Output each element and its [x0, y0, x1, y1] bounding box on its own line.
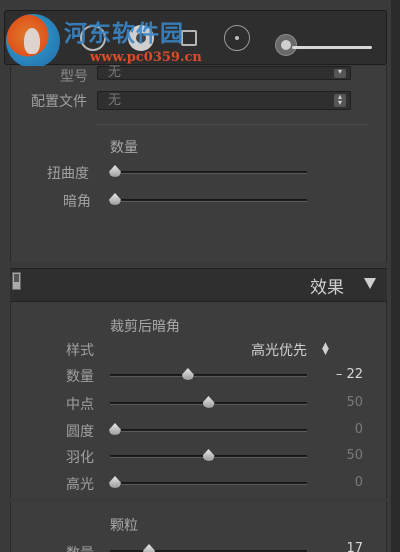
effects-title: 效果 [310, 278, 344, 298]
effect-slider-thumb[interactable] [109, 476, 121, 487]
watermark-title: 河东软件园 [64, 20, 184, 47]
effect-slider-thumb[interactable] [182, 368, 194, 379]
brush-icon[interactable] [275, 34, 297, 56]
watermark-logo [6, 14, 60, 68]
effect-slider-thumb[interactable] [109, 423, 121, 434]
effect-slider-label: 高光 [66, 477, 94, 493]
vignetting-label: 暗角 [63, 194, 91, 210]
updown-arrow-icon[interactable]: ▲ ▼ [322, 342, 329, 357]
effect-slider-thumb[interactable] [203, 396, 215, 407]
profile-value: 无 [108, 93, 122, 108]
distortion-slider-thumb[interactable] [109, 165, 121, 176]
updown-arrow-icon: ▴ ▾ [334, 93, 346, 107]
effect-slider-label: 中点 [66, 397, 94, 413]
radial-filter-icon[interactable] [224, 25, 250, 51]
effect-slider-value: 50 [346, 395, 363, 410]
model-value: 无 [108, 65, 122, 80]
develop-panel: 河东软件园 www.pc0359.cn 型号 无 ▾ 配置文件 无 ▴ ▾ 数量 … [0, 0, 400, 552]
distortion-slider-track[interactable] [110, 171, 307, 174]
style-dropdown[interactable]: 高光优先 [251, 340, 307, 360]
post-crop-vignetting-title: 裁剪后暗角 [110, 319, 180, 335]
panel-scrollbar[interactable] [391, 0, 400, 552]
effect-slider-track[interactable] [110, 482, 307, 485]
effect-slider-value: 0 [354, 422, 363, 437]
profile-label: 配置文件 [31, 94, 87, 110]
model-label: 型号 [60, 69, 88, 85]
effect-slider-value: 0 [354, 475, 363, 490]
effect-slider-track[interactable] [110, 374, 307, 377]
effect-slider-label: 数量 [66, 369, 94, 385]
collapse-triangle-icon[interactable] [364, 278, 376, 289]
effect-slider-label: 圆度 [66, 424, 94, 440]
grain-title: 颗粒 [110, 518, 138, 534]
style-label: 样式 [66, 343, 94, 359]
distortion-label: 扭曲度 [47, 166, 89, 182]
vignetting-slider-thumb[interactable] [109, 193, 121, 204]
chevron-down-icon: ▾ [334, 68, 346, 78]
grain-amount-label: 数量 [66, 543, 94, 552]
effect-slider-value: – 22 [335, 367, 363, 382]
vignetting-slider-track[interactable] [110, 199, 307, 202]
panel-switch-icon[interactable] [12, 272, 21, 290]
profile-select[interactable]: 无 ▴ ▾ [97, 91, 351, 110]
brush-size-slider[interactable] [292, 46, 372, 49]
divider [97, 124, 367, 125]
grain-amount-slider-thumb[interactable] [143, 544, 155, 552]
watermark-url: www.pc0359.cn [90, 50, 202, 65]
effect-slider-track[interactable] [110, 429, 307, 432]
effect-slider-value: 50 [346, 448, 363, 463]
effect-slider-label: 羽化 [66, 450, 94, 466]
amount-title: 数量 [110, 140, 138, 156]
model-select[interactable]: 无 ▾ [97, 66, 351, 80]
effect-slider-thumb[interactable] [203, 449, 215, 460]
grain-amount-value: 17 [346, 541, 363, 552]
